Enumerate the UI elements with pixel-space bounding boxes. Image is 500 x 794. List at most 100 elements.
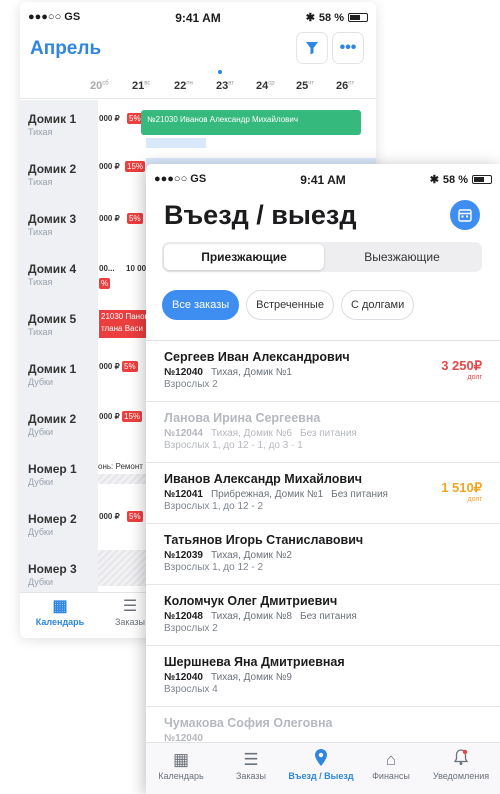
battery-label: 58 % [442, 173, 468, 186]
filter-chips: Все заказы Встреченные С долгами [162, 290, 415, 320]
list-item[interactable]: Ланова Ирина Сергеевна №12044 Тихая, Доми… [146, 402, 500, 463]
tab-orders[interactable]: ☰ Заказы [216, 749, 286, 781]
tab-calendar[interactable]: ▦ Календарь [146, 749, 216, 781]
list-item[interactable]: Татьянов Игорь Станиславович №12039 Тихая… [146, 524, 500, 585]
room-column: Домик 1 Тихая Домик 2 Тихая Домик 3 Тихая Д… [20, 100, 98, 592]
location-pin-icon [286, 749, 356, 771]
list-item[interactable]: Сергеев Иван Александрович №12040 Тихая, … [146, 341, 500, 402]
finance-icon: ⌂ [385, 750, 397, 769]
room-row[interactable]: Номер 1 Дубки [20, 450, 98, 500]
order-place: Прибрежная, Домик №1 [210, 489, 324, 500]
check-in-out-screen: ●●●○○ GS 9:41 AM ✱ 58 % Въезд / выезд Пр… [146, 164, 500, 794]
room-row[interactable]: Домик 2 Тихая [20, 150, 98, 200]
tab-check-in-out[interactable]: Въезд / Выезд [286, 749, 356, 781]
bluetooth-icon: ✱ [429, 174, 439, 186]
calendar-button[interactable] [450, 200, 480, 230]
discount-tag: 15% [125, 161, 146, 172]
tab-finance[interactable]: ⌂ Финансы [356, 749, 426, 781]
discount-tag: 5% [127, 213, 143, 224]
price-cell[interactable]: 10 00 [126, 264, 146, 273]
order-number: №12048 [164, 611, 203, 622]
day-label[interactable]: 22пн [174, 80, 193, 92]
order-place: Тихая, Домик №6 [210, 428, 292, 439]
guest-count: Взрослых 2 [164, 623, 218, 634]
status-bar: ●●●○○ GS 9:41 AM ✱ 58 % [146, 164, 500, 194]
filter-button[interactable] [296, 32, 328, 64]
list-item[interactable]: Шершнева Яна Дмитриевная №12040 Тихая, До… [146, 646, 500, 707]
meal-plan: Без питания [300, 428, 357, 439]
guest-count: Взрослых 1, до 12 - 2 [164, 562, 264, 573]
segment-arriving[interactable]: Приезжающие [164, 244, 324, 270]
price-cell[interactable]: 000 ₽ [99, 512, 120, 521]
battery-icon [348, 13, 368, 22]
booking-bar[interactable] [146, 138, 206, 148]
price-cell[interactable]: 00... [99, 264, 115, 273]
tab-calendar[interactable]: ▦ Календарь [30, 597, 90, 627]
chip-met[interactable]: Встреченные [246, 290, 334, 320]
meal-plan: Без питания [331, 489, 388, 500]
price-cell[interactable]: 000 ₽ [99, 162, 120, 171]
room-row[interactable]: Домик 1 Дубки [20, 350, 98, 400]
order-place: Тихая, Домик №2 [210, 550, 292, 561]
tab-bar: ▦ Календарь ☰ Заказы Въезд / Выезд ⌂ Фин… [146, 742, 500, 794]
list-item[interactable]: Коломчук Олег Дмитриевич №12048 Тихая, До… [146, 585, 500, 646]
calendar-icon: ▦ [52, 598, 68, 615]
room-row[interactable]: Домик 1 Тихая [20, 100, 98, 150]
more-button[interactable]: ••• [332, 32, 364, 64]
filter-icon [306, 42, 318, 55]
price-cell[interactable]: 000 ₽ [99, 114, 120, 123]
order-number: №12041 [164, 489, 203, 500]
day-header: 20сб 21вс 22пн 23вт 24ср 25чт 26пт [90, 76, 376, 100]
chip-all-orders[interactable]: Все заказы [162, 290, 240, 320]
discount-tag: % [99, 278, 111, 289]
bluetooth-icon: ✱ [305, 12, 315, 24]
order-number: №12039 [164, 550, 203, 561]
day-label[interactable]: 26пт [336, 80, 354, 92]
price-cell[interactable]: 000 ₽ [99, 362, 120, 371]
order-number: №12040 [164, 672, 203, 683]
day-label[interactable]: 23вт [216, 80, 234, 92]
today-indicator [218, 70, 222, 74]
month-title[interactable]: Апрель [30, 38, 101, 60]
room-row[interactable]: Домик 5 Тихая [20, 300, 98, 350]
chip-with-debts[interactable]: С долгами [340, 290, 415, 320]
debt-badge: 3 250₽ долг [441, 358, 482, 381]
room-row[interactable]: Домик 4 Тихая [20, 250, 98, 300]
calendar-icon: ▦ [172, 750, 190, 769]
room-row[interactable]: Домик 3 Тихая [20, 200, 98, 250]
guest-name: Шершнева Яна Дмитриевная [164, 655, 345, 669]
day-label[interactable]: 21вс [132, 80, 150, 92]
booking-bar[interactable]: №21030 Иванов Александр Михайлович [141, 110, 361, 135]
orders-icon: ☰ [243, 750, 259, 769]
divider [20, 98, 376, 99]
calendar-icon [458, 209, 472, 222]
more-icon: ••• [339, 39, 357, 56]
guest-name: Ланова Ирина Сергеевна [164, 411, 321, 425]
tab-notifications[interactable]: Уведомления [426, 749, 496, 781]
discount-tag: 5% [122, 361, 138, 372]
repair-cell[interactable]: онь: Ремонт [98, 462, 143, 471]
day-label[interactable]: 20сб [90, 80, 109, 92]
price-cell[interactable]: 000 ₽ [99, 214, 120, 223]
discount-tag: 15% [122, 411, 143, 422]
list-item[interactable]: Иванов Александр Михайлович №12041 Прибре… [146, 463, 500, 524]
page-title: Въезд / выезд [164, 200, 357, 230]
room-row[interactable]: Домик 2 Дубки [20, 400, 98, 450]
calendar-header: Апрель ••• [20, 32, 376, 70]
day-label[interactable]: 25чт [296, 80, 314, 92]
day-label[interactable]: 24ср [256, 80, 275, 92]
order-number: №12040 [164, 367, 203, 378]
order-place: Тихая, Домик №8 [210, 611, 292, 622]
order-place: Тихая, Домик №1 [210, 367, 292, 378]
booking-bar[interactable]: 21030 Панов тлана Васи [99, 310, 149, 338]
debt-badge: 1 510₽ долг [441, 480, 482, 503]
room-row[interactable]: Номер 2 Дубки [20, 500, 98, 550]
battery-label: 58 % [318, 11, 344, 24]
price-cell[interactable]: 000 ₽ [99, 412, 120, 421]
guest-count: Взрослых 4 [164, 684, 218, 695]
battery-icon [472, 175, 492, 184]
segment-departing[interactable]: Выезжающие [322, 244, 482, 270]
guest-count: Взрослых 1, до 12 - 1, до 3 - 1 [164, 440, 303, 451]
bell-icon [426, 749, 496, 771]
guest-name: Коломчук Олег Дмитриевич [164, 594, 338, 608]
